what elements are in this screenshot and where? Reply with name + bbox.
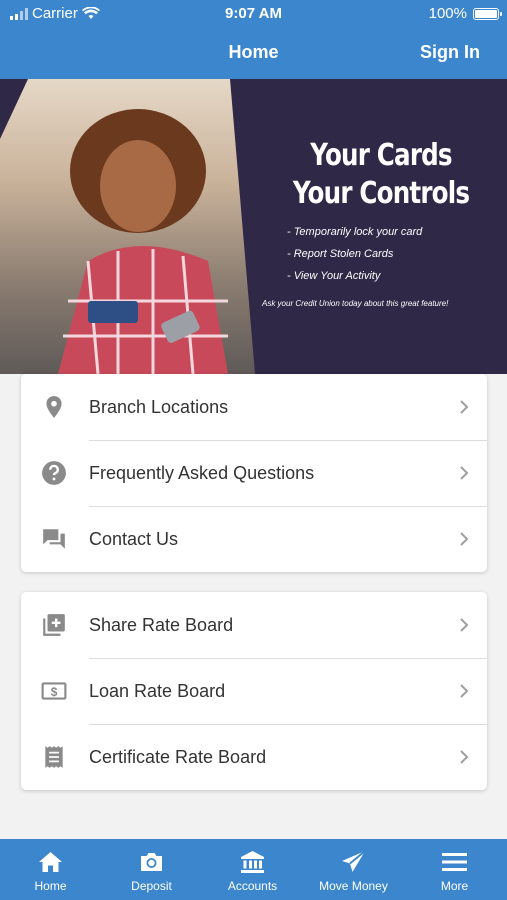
chevron-right-icon (460, 684, 469, 698)
contact-us-item[interactable]: Contact Us (21, 506, 487, 572)
tab-deposit[interactable]: Deposit (101, 839, 202, 900)
menu-item-label: Loan Rate Board (89, 681, 226, 701)
tab-accounts[interactable]: Accounts (202, 839, 303, 900)
status-bar: Carrier 9:07 AM 100% (0, 0, 507, 28)
menu-item-label: Contact Us (89, 529, 179, 549)
banner-bullet: - Temporarily lock your card (287, 226, 423, 238)
question-circle-icon (42, 461, 66, 485)
menu-card-2: Share Rate Board $ Loan Rate Board Certi… (21, 592, 487, 790)
tab-label: Move Money (319, 879, 388, 893)
receipt-icon (45, 746, 63, 768)
banner-note: Ask your Credit Union today about this g… (262, 299, 449, 308)
chat-icon (43, 529, 65, 549)
banner-headline-2: Your Controls (292, 176, 470, 211)
tab-label: More (440, 879, 469, 893)
top-bar: Carrier 9:07 AM 100% Home Sign In (0, 0, 507, 79)
tab-label: Accounts (227, 879, 278, 893)
chevron-right-icon (460, 532, 469, 546)
tab-home[interactable]: Home (0, 839, 101, 900)
bank-icon (241, 851, 264, 873)
svg-text:$: $ (51, 685, 58, 699)
banner-photo (0, 79, 255, 374)
banner-text: Your Cards Your Controls - Temporarily l… (255, 137, 507, 308)
location-pin-icon (46, 396, 62, 418)
tab-more[interactable]: More (404, 839, 505, 900)
menu-item-label: Share Rate Board (89, 615, 234, 635)
banner-bullet: - View Your Activity (287, 270, 381, 282)
promo-banner[interactable]: Your Cards Your Controls - Temporarily l… (0, 79, 507, 374)
chevron-right-icon (460, 750, 469, 764)
dollar-bill-icon: $ (41, 682, 67, 700)
home-icon (39, 852, 62, 872)
menu-icon (442, 853, 467, 871)
faq-item[interactable]: Frequently Asked Questions (21, 440, 487, 506)
menu-item-label: Branch Locations (89, 397, 229, 417)
certificate-rate-board-item[interactable]: Certificate Rate Board (21, 724, 487, 790)
send-icon (342, 850, 366, 872)
battery-percent: 100% (428, 5, 467, 22)
tab-label: Deposit (131, 879, 172, 893)
loan-rate-board-item[interactable]: $ Loan Rate Board (21, 658, 487, 724)
person-with-card-illustration (58, 109, 228, 374)
banner-bullets: - Temporarily lock your card - Report St… (287, 221, 507, 287)
tab-move-money[interactable]: Move Money (303, 839, 404, 900)
share-rate-board-item[interactable]: Share Rate Board (21, 592, 487, 658)
status-right: 100% (428, 5, 502, 22)
menu-item-label: Certificate Rate Board (89, 747, 267, 767)
banner-bullet: - Report Stolen Cards (287, 248, 394, 260)
branch-locations-item[interactable]: Branch Locations (21, 374, 487, 440)
bottom-tab-bar: Home Deposit Accounts Move Money More (0, 839, 507, 900)
sign-in-button[interactable]: Sign In (420, 42, 480, 63)
menu-item-label: Frequently Asked Questions (89, 463, 315, 483)
banner-headline-1: Your Cards (310, 138, 452, 173)
chevron-right-icon (460, 466, 469, 480)
menu-card-1: Branch Locations Frequently Asked Questi… (21, 374, 487, 572)
chevron-right-icon (460, 400, 469, 414)
add-stack-icon (43, 614, 65, 636)
tab-label: Home (34, 879, 67, 893)
battery-icon (473, 7, 502, 20)
chevron-right-icon (460, 618, 469, 632)
camera-icon (141, 853, 162, 871)
